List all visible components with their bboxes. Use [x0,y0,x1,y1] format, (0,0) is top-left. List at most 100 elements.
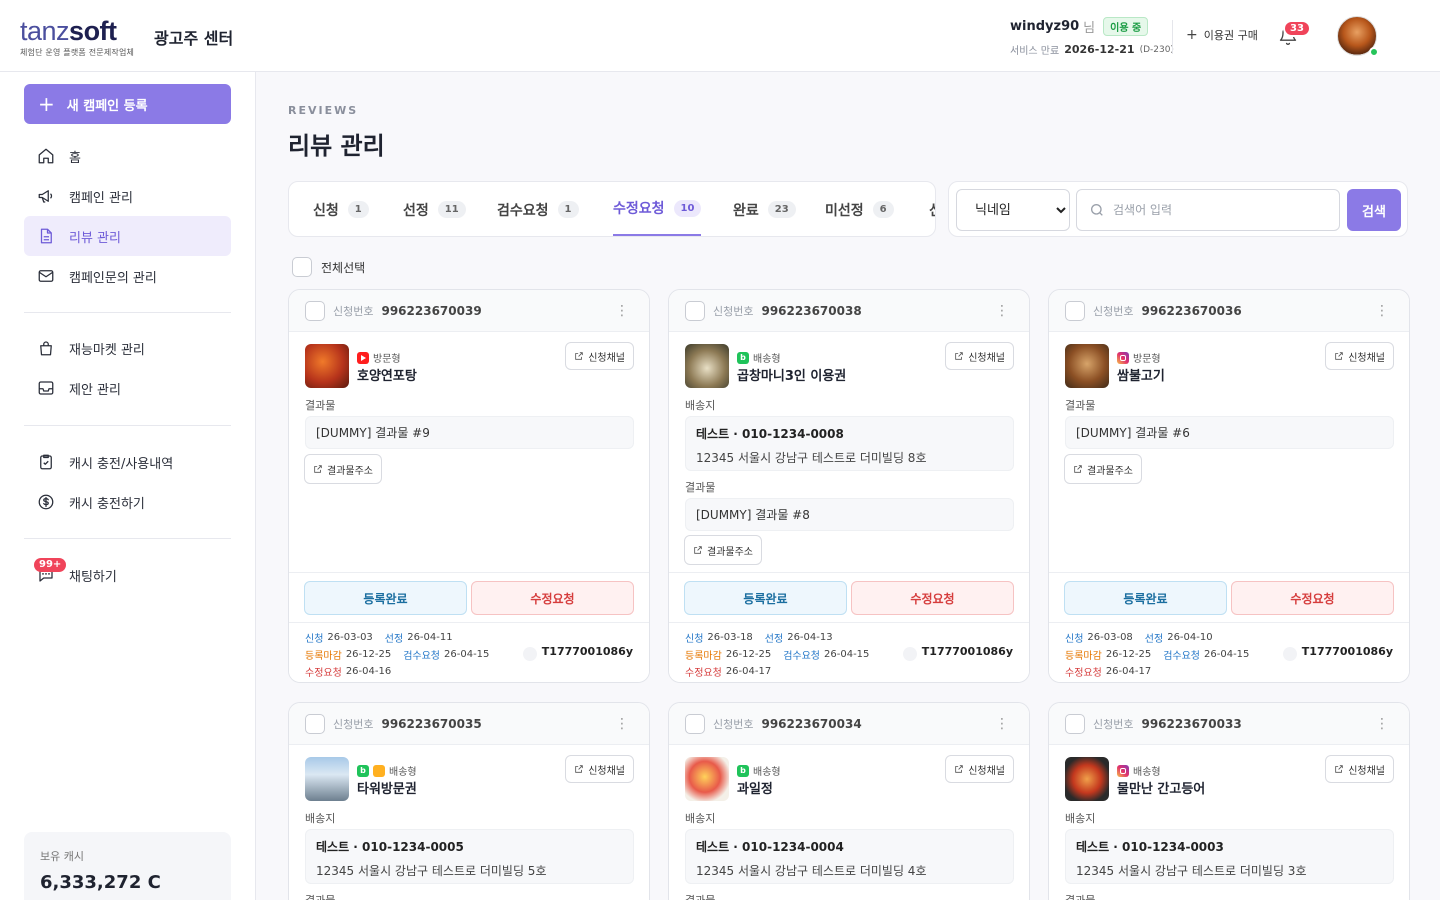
channel-link-button[interactable]: 신청채널 [1325,342,1394,370]
sidebar-divider [24,538,231,539]
cash-label: 보유 캐시 [40,850,84,863]
card-checkbox[interactable] [305,713,325,734]
sidebar-item-home[interactable]: 홈 [24,136,231,176]
youtube-icon [357,351,369,364]
instagram-icon [1117,351,1129,364]
logo[interactable]: tanzsoft 체험단 운영 플랫폼 전문제작업체 [20,18,134,58]
store-name: 쌈불고기 [1117,369,1165,384]
search-button[interactable]: 검색 [1347,189,1401,231]
cash-value: 6,333,272 C [40,872,161,893]
channel-link-button[interactable]: 신청채널 [565,755,634,783]
select-all-checkbox[interactable] [292,257,312,277]
review-card: 신청번호 996223670035 ⋮ b 배송형 타워방문권 신청채널 배송지 테스… [288,702,650,900]
more-icon[interactable]: ⋮ [995,717,1009,731]
card-checkbox[interactable] [1065,300,1085,321]
service-date: 2026-12-21 [1064,43,1135,56]
application-number: 996223670039 [381,303,482,318]
tab-overflow[interactable]: 신 [929,182,935,236]
request-revision-button[interactable]: 수정요청 [471,581,634,615]
card-dates: 신청 26-03-08 선정 26-04-10 등록마감 26-12-25 검수요청 26-… [1049,622,1409,682]
result-link-button[interactable]: 결과물주소 [304,454,382,484]
search-icon [1091,204,1103,216]
logo-tagline: 체험단 운영 플랫폼 전문제작업체 [20,48,135,57]
naver-blog-icon: b [357,764,369,777]
shipping-label: 배송지 [305,812,336,825]
sidebar: + 새 캠페인 등록 홈 캠페인 관리 리뷰 관리 캠페인문의 관리 재능마켓 관… [0,72,256,900]
channel-link-button[interactable]: 신청채널 [945,755,1014,783]
external-link-icon [1335,765,1343,773]
instagram-icon [1117,764,1129,777]
more-icon[interactable]: ⋮ [995,304,1009,318]
tab-not-selected[interactable]: 미선정 6 [825,182,894,236]
channel-link-button[interactable]: 신청채널 [1325,755,1394,783]
result-label: 결과물 [305,892,335,900]
more-icon[interactable]: ⋮ [615,304,629,318]
card-checkbox[interactable] [1065,713,1085,734]
external-link-icon [1074,465,1082,473]
user-id: windyz90 [1010,19,1080,34]
shipping-address: 테스트 · 010-1234-0008 12345 서울시 강남구 테스트로 더미… [685,416,1014,471]
external-link-icon [575,352,583,360]
search-input[interactable] [1113,203,1313,217]
mark-complete-button[interactable]: 등록완료 [1064,581,1227,615]
coupang-icon [373,764,385,777]
store-name: 타워방문권 [357,782,417,797]
tab-selected[interactable]: 선정 11 [403,182,466,236]
result-link-button[interactable]: 결과물주소 [1064,454,1142,484]
sidebar-item-reviews[interactable]: 리뷰 관리 [24,216,231,256]
select-all[interactable]: 전체선택 [292,257,365,277]
tab-complete[interactable]: 완료 23 [733,182,796,236]
sidebar-item-talent-market[interactable]: 재능마켓 관리 [24,328,231,368]
tracking-code: T1777001086y [541,645,633,658]
megaphone-icon [38,190,53,203]
buy-pass-button[interactable]: + 이용권 구매 [1186,27,1258,43]
external-link-icon [1335,352,1343,360]
external-link-icon [955,352,963,360]
review-card: 신청번호 996223670034 ⋮ b 배송형 과일정 신청채널 배송지 테스트 … [668,702,1030,900]
new-campaign-button[interactable]: + 새 캠페인 등록 [24,84,231,124]
search-field-select[interactable]: 닉네임 [956,189,1070,231]
card-dates: 신청 26-03-03 선정 26-04-11 등록마감 26-12-25 검수요청 26-… [289,622,649,682]
review-card: 신청번호 996223670038 ⋮ b 배송형 곱창마니3인 이용권 신청채널 배… [668,289,1030,683]
status-badge: 이용 중 [1103,17,1149,36]
tab-revision[interactable]: 수정요청 10 [613,182,702,236]
mark-complete-button[interactable]: 등록완료 [684,581,847,615]
channel-link-button[interactable]: 신청채널 [565,342,634,370]
sidebar-item-cash-charge[interactable]: 캐시 충전하기 [24,482,231,522]
tab-apply[interactable]: 신청 1 [313,182,369,236]
mark-complete-button[interactable]: 등록완료 [304,581,467,615]
tab-inspection[interactable]: 검수요청 1 [497,182,579,236]
sidebar-divider [24,425,231,426]
sidebar-item-cash-history[interactable]: 캐시 충전/사용내역 [24,442,231,482]
service-label: 서비스 만료 [1010,46,1060,57]
store-thumbnail [1065,344,1109,388]
request-revision-button[interactable]: 수정요청 [851,581,1014,615]
home-icon [38,148,54,164]
request-revision-button[interactable]: 수정요청 [1231,581,1394,615]
more-icon[interactable]: ⋮ [1375,717,1389,731]
card-checkbox[interactable] [305,300,325,321]
card-checkbox[interactable] [685,300,705,321]
cash-balance-box: 보유 캐시 6,333,272 C [24,832,231,900]
sidebar-item-campaigns[interactable]: 캠페인 관리 [24,176,231,216]
search-icon[interactable] [1283,647,1297,661]
search-icon[interactable] [903,647,917,661]
service-dday: (D-230) [1139,44,1174,55]
external-link-icon [955,765,963,773]
notification-badge: 33 [1283,20,1311,37]
application-number: 996223670035 [381,716,482,731]
sidebar-item-proposals[interactable]: 제안 관리 [24,368,231,408]
sidebar-item-inquiries[interactable]: 캠페인문의 관리 [24,256,231,296]
logo-wordmark: tanzsoft [20,16,117,46]
store-name: 물만난 간고등어 [1117,782,1206,797]
result-link-button[interactable]: 결과물주소 [684,535,762,565]
shipping-address: 테스트 · 010-1234-0004 12345 서울시 강남구 테스트로 더미… [685,829,1014,884]
naver-blog-icon: b [737,764,749,777]
search-icon[interactable] [523,647,537,661]
inbox-icon [38,381,54,395]
more-icon[interactable]: ⋮ [1375,304,1389,318]
channel-link-button[interactable]: 신청채널 [945,342,1014,370]
result-label: 결과물 [1065,399,1096,412]
card-checkbox[interactable] [685,713,705,734]
more-icon[interactable]: ⋮ [615,717,629,731]
